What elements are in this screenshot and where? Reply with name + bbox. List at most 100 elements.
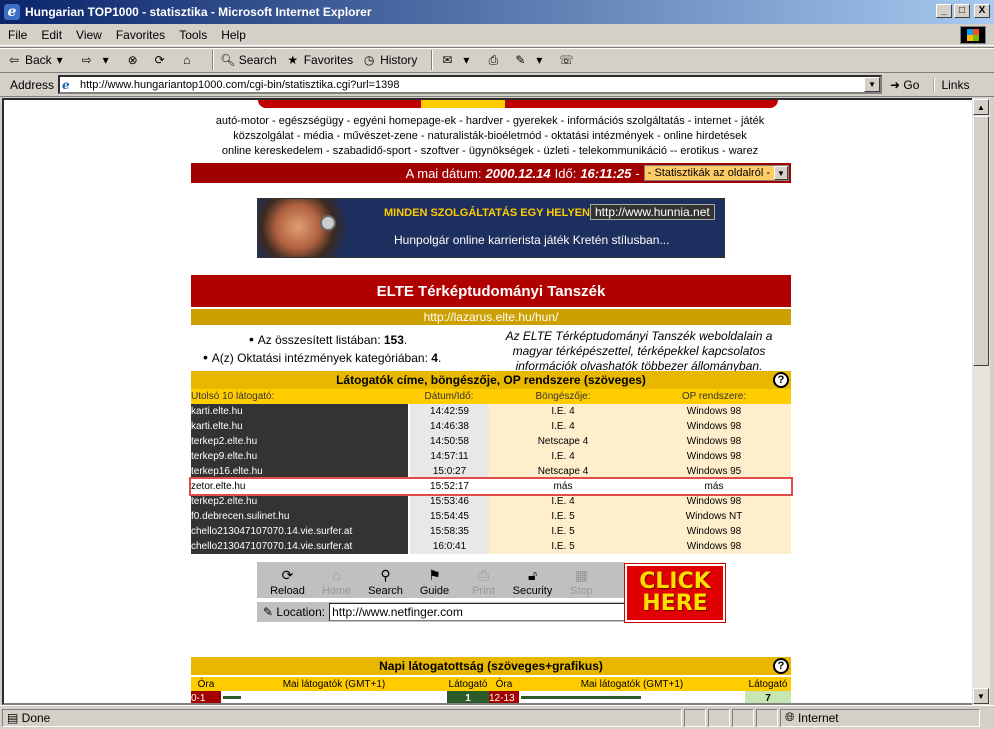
go-label: Go [903,77,920,92]
ie-logo-icon: e [4,4,20,20]
table-row: f0.debrecen.sulinet.hu 15:54:45 I.E. 5 Wind… [191,509,791,524]
standard-toolbar: ⇦ Back ▾ ⇨ ▾ ⊗ ⟳ ⌂ 🔍︎ Search ★ Favorites ◷ His… [0,47,994,73]
site-url-link[interactable]: http://lazarus.elte.hu/hun/ [191,309,791,325]
favorites-label: Favorites [303,53,354,67]
rank-category-value: 4 [431,351,438,365]
stats-select[interactable]: - Statisztikák az oldalról - ▼ [643,165,789,181]
category-line-3[interactable]: online kereskedelem - szabadidő-sport - … [4,144,972,159]
rank-overall: Az összesített listában: 153. [203,331,441,349]
header-logo-strip [258,100,778,108]
go-button[interactable]: ➜ Go [890,78,919,92]
banner-slogan: MINDEN SZOLGÁLTATÁS EGY HELYEN!!! [384,207,601,219]
ad-home-button: ⌂ Home [321,567,352,597]
banner-face-image [258,199,368,257]
maximize-button[interactable]: □ [954,4,970,18]
ad-location-value: http://www.netfinger.com [329,603,625,621]
stop-icon: ▦ [574,567,589,583]
history-button[interactable]: ◷ History [361,52,418,68]
table-row: chello213047107070.14.vie.surfer.at 16:0:… [191,539,791,554]
lock-icon: 🔓︎ [527,567,538,583]
history-label: History [380,53,418,67]
menu-tools[interactable]: Tools [179,28,207,42]
edit-icon: ✎ [515,53,526,67]
search-button[interactable]: 🔍︎ Search [220,52,277,68]
forward-arrow-icon: ⇨ [81,53,92,67]
col-header-browser: Böngészője: [489,389,637,404]
favorites-button[interactable]: ★ Favorites [285,52,353,68]
forward-button[interactable]: ⇨ ▾ [79,52,117,68]
menu-edit[interactable]: Edit [41,28,62,42]
menu-favorites[interactable]: Favorites [116,28,165,42]
site-description: Az ELTE Térképtudományi Tanszék weboldal… [505,329,773,373]
windows-flag-icon [960,26,986,44]
click-here-button[interactable]: CLICK HERE [625,564,725,622]
chevron-down-icon: ▾ [56,53,63,67]
ad-location-bar: ✎ Location: http://www.netfinger.com [257,602,625,622]
category-line-2[interactable]: közszolgálat - média - művészet-zene - n… [4,129,972,144]
ad-toolbar-buttons: ⟳ Reload ⌂ Home ⚲ Search ⚑ Guide ⎙ Print 🔓︎ Se… [257,562,625,598]
menu-help[interactable]: Help [221,28,246,42]
chevron-down-icon: ▾ [463,53,470,67]
ad-guide-button: ⚑ Guide [419,567,450,597]
menu-bar: File Edit View Favorites Tools Help [0,24,994,46]
table-row: terkep9.elte.hu 14:57:11 I.E. 4 Windows 98 [191,449,791,464]
col-header-hour: Óra [191,677,221,691]
close-button[interactable]: X [974,4,990,18]
ad-print-button: ⎙ Print [472,567,495,597]
globe-icon: 🌐︎ [785,710,798,724]
time-label: Idő: [554,165,577,181]
site-title: ELTE Térképtudományi Tanszék [191,275,791,307]
rank-category: A(z) Oktatási intézmények kategóriában: … [203,349,441,367]
table-row: chello213047107070.14.vie.surfer.at 15:58… [191,524,791,539]
stop-icon: ⊗ [127,53,138,67]
col-header-visitor: Utolsó 10 látogató: [191,389,409,404]
back-arrow-icon: ⇦ [8,53,20,67]
menu-file[interactable]: File [8,28,27,42]
stop-button[interactable]: ⊗ [125,52,144,68]
back-button[interactable]: ⇦ Back ▾ [6,52,71,68]
scroll-down-icon[interactable]: ▼ [973,688,989,704]
scroll-up-icon[interactable]: ▲ [973,99,989,115]
print-button[interactable]: ⎙ [485,52,504,68]
go-arrow-icon: ➜ [890,77,904,92]
col-header-count: Látogató [447,677,489,691]
table-row-highlighted: zetor.elte.hu 15:52:17 más más [189,477,793,496]
ad-location-icon: ✎ [263,605,274,619]
table-row: karti.elte.hu 14:46:38 I.E. 4 Windows 98 [191,419,791,434]
date-bar: A mai dátum: 2000.12.14 Idő: 16:11:25 - … [191,163,791,183]
daily-stats: Napi látogatottság (szöveges+grafikus) ?… [191,657,791,703]
vertical-scrollbar[interactable]: ▲ ▼ [972,98,990,705]
refresh-button[interactable]: ⟳ [152,52,171,68]
menu-view[interactable]: View [76,28,102,42]
rank-overall-value: 153 [383,333,404,347]
daily-heading: Napi látogatottság (szöveges+grafikus) ? [191,657,791,675]
discuss-button[interactable]: ☏ [558,52,577,68]
col-header-hour: Óra [489,677,519,691]
table-row: terkep2.elte.hu 14:50:58 Netscape 4 Windows… [191,434,791,449]
ad-banner[interactable]: MINDEN SZOLGÁLTATÁS EGY HELYEN!!! http:/… [257,198,725,258]
page-content: autó-motor - egészségügy - egyéni homepa… [2,98,974,705]
category-links: autó-motor - egészségügy - egyéni homepa… [4,114,972,159]
history-icon: ◷ [363,53,375,67]
address-dropdown-icon[interactable]: ▼ [864,77,881,92]
ad-security-button: 🔓︎ Security [512,567,553,597]
category-line-1[interactable]: autó-motor - egészségügy - egyéni homepa… [4,114,972,129]
edit-button[interactable]: ✎ ▾ [512,52,550,68]
netscape-toolbar-ad[interactable]: ⟳ Reload ⌂ Home ⚲ Search ⚑ Guide ⎙ Print 🔓︎ Se… [257,562,729,622]
home-button[interactable]: ⌂ [179,52,198,68]
search-icon: ⚲ [380,567,391,583]
current-date: 2000.12.14 [485,165,551,181]
reload-icon: ⟳ [281,567,294,583]
help-icon[interactable]: ? [773,372,789,388]
help-icon[interactable]: ? [773,658,789,674]
links-button[interactable]: Links [933,77,969,92]
minimize-button[interactable]: _ [936,4,952,18]
address-input[interactable]: e http://www.hungariantop1000.com/cgi-bi… [58,75,883,94]
scroll-thumb[interactable] [973,116,989,366]
mail-button[interactable]: ✉ ▾ [439,52,477,68]
col-header-count: Látogató [745,677,791,691]
status-text: Done [21,710,51,725]
print-icon: ⎙ [488,53,499,67]
print-icon: ⎙ [477,567,490,583]
refresh-icon: ⟳ [154,53,165,67]
